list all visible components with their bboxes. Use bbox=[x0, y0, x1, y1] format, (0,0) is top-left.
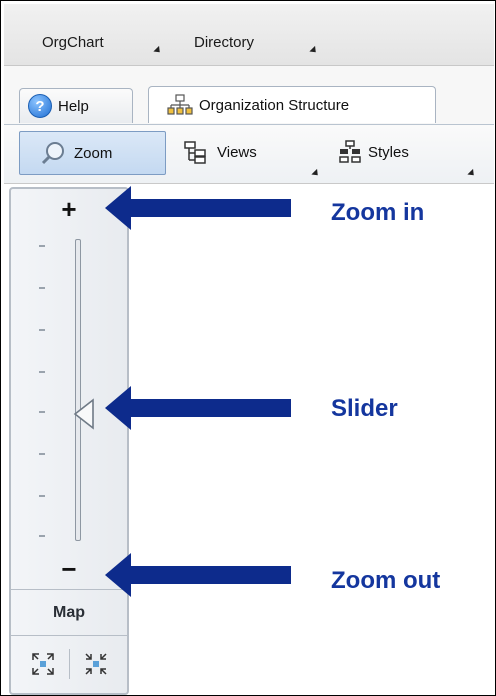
views-dropdown-icon[interactable] bbox=[311, 168, 321, 179]
zoom-button[interactable]: Zoom bbox=[19, 131, 166, 175]
menu-bar: OrgChart Directory bbox=[4, 4, 494, 66]
screenshot-frame: OrgChart Directory ? Help Organization S… bbox=[0, 0, 496, 696]
slider-arrow bbox=[129, 399, 291, 417]
slider-tick bbox=[39, 411, 45, 413]
tab-help-label: Help bbox=[58, 97, 89, 115]
slider-tick bbox=[39, 453, 45, 455]
directory-dropdown-icon[interactable] bbox=[309, 45, 319, 56]
zoom-slider-track[interactable] bbox=[75, 239, 81, 541]
tab-help[interactable]: ? Help bbox=[19, 88, 133, 123]
map-tools-divider bbox=[68, 649, 70, 679]
zoom-out-arrow-head bbox=[105, 553, 131, 597]
tab-organization-structure[interactable]: Organization Structure bbox=[148, 86, 436, 123]
toolbar: Zoom Views Styles bbox=[4, 124, 494, 184]
zoom-out-callout: Zoom out bbox=[331, 567, 441, 594]
tab-strip: ? Help Organization Structure bbox=[4, 66, 494, 124]
zoom-out-arrow bbox=[129, 566, 291, 584]
slider-callout: Slider bbox=[331, 395, 398, 422]
menu-orgchart[interactable]: OrgChart bbox=[42, 34, 104, 51]
menu-directory[interactable]: Directory bbox=[194, 34, 254, 51]
zoom-panel: + − Map bbox=[9, 187, 129, 695]
collapse-icon[interactable] bbox=[84, 652, 108, 676]
slider-tick bbox=[39, 495, 45, 497]
zoom-in-arrow bbox=[129, 199, 291, 217]
magnifier-icon bbox=[41, 142, 64, 165]
zoom-slider-thumb[interactable] bbox=[73, 397, 97, 431]
orgchart-dropdown-icon[interactable] bbox=[153, 45, 163, 56]
views-icon bbox=[184, 141, 206, 164]
slider-tick bbox=[39, 329, 45, 331]
zoom-in-arrow-head bbox=[105, 186, 131, 230]
tab-organization-structure-label: Organization Structure bbox=[199, 96, 350, 114]
styles-button[interactable]: Styles bbox=[334, 131, 464, 173]
styles-button-label: Styles bbox=[368, 143, 409, 161]
help-icon: ? bbox=[28, 94, 52, 118]
slider-tick bbox=[39, 371, 45, 373]
map-tools bbox=[11, 635, 127, 692]
expand-icon[interactable] bbox=[31, 652, 55, 676]
styles-icon bbox=[339, 140, 361, 163]
slider-tick bbox=[39, 287, 45, 289]
zoom-in-callout: Zoom in bbox=[331, 199, 425, 226]
slider-tick bbox=[39, 535, 45, 537]
org-structure-icon bbox=[167, 94, 193, 115]
slider-arrow-head bbox=[105, 386, 131, 430]
zoom-button-label: Zoom bbox=[74, 144, 113, 162]
slider-tick bbox=[39, 245, 45, 247]
styles-dropdown-icon[interactable] bbox=[467, 168, 477, 179]
views-button-label: Views bbox=[217, 143, 257, 161]
views-button[interactable]: Views bbox=[179, 131, 309, 173]
